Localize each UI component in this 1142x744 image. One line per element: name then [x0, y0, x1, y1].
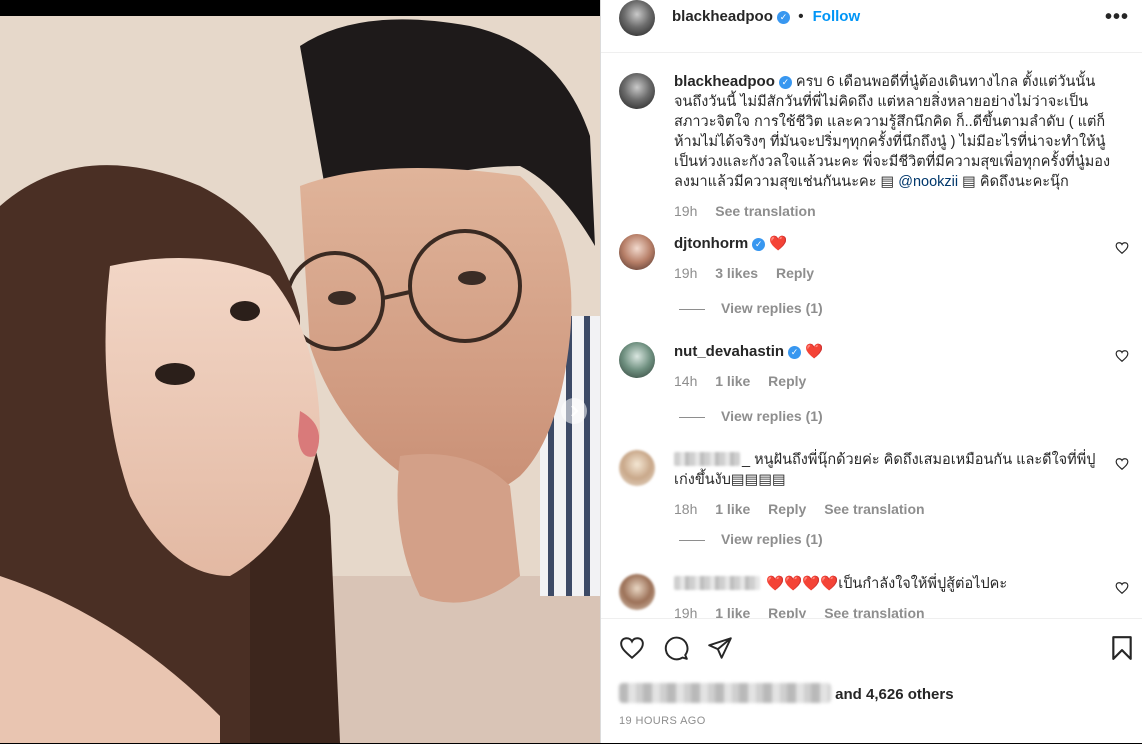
caption-emoji: ▤ — [962, 174, 976, 190]
replies-divider — [679, 539, 705, 541]
follow-button[interactable]: Follow — [813, 8, 861, 25]
comment-body: nut_devahastin ✓ ❤️ 14h 1 like Reply — [674, 342, 1114, 391]
top-bar — [0, 0, 600, 16]
commenter-avatar[interactable] — [619, 450, 655, 486]
separator-dot: • — [798, 8, 804, 25]
caption-text: ครบ 6 เดือนพอดีที่นู๋ต้องเดินทางไกล ตั้ง… — [674, 74, 1111, 190]
see-translation-link[interactable]: See translation — [824, 605, 924, 619]
view-replies-button[interactable]: View replies (1) — [679, 300, 823, 316]
heart-icon[interactable] — [1115, 349, 1129, 363]
liker-avatars — [619, 683, 831, 703]
view-replies-label: View replies (1) — [721, 531, 823, 547]
caption-mention[interactable]: @nookzii — [898, 174, 958, 190]
post-photo[interactable] — [0, 16, 600, 743]
view-replies-label: View replies (1) — [721, 300, 823, 316]
heart-icon[interactable] — [1115, 581, 1129, 595]
heart-icon[interactable] — [1115, 241, 1129, 255]
comment-meta: 14h 1 like Reply — [674, 371, 1114, 391]
comment-meta: 19h 3 likes Reply — [674, 263, 1114, 283]
commenter-username[interactable]: nut_devahastin — [674, 343, 784, 360]
reply-button[interactable]: Reply — [768, 605, 806, 619]
see-translation-link[interactable]: See translation — [824, 501, 924, 517]
comment-likes[interactable]: 1 like — [715, 501, 750, 517]
reply-button[interactable]: Reply — [768, 501, 806, 517]
view-replies-label: View replies (1) — [721, 408, 823, 424]
comment-time: 19h — [674, 265, 698, 281]
comment-time: 14h — [674, 373, 698, 389]
comment-time: 18h — [674, 501, 698, 517]
replies-divider — [679, 308, 705, 310]
commenter-avatar[interactable] — [619, 234, 655, 270]
author-line: blackheadpoo ✓ • Follow — [672, 8, 860, 25]
replies-divider — [679, 416, 705, 418]
next-photo-button[interactable] — [561, 398, 587, 424]
post-actions: and 4,626 others 19 HOURS AGO — [601, 618, 1142, 744]
see-translation-link[interactable]: See translation — [715, 203, 815, 219]
verified-icon: ✓ — [752, 238, 766, 251]
save-icon[interactable] — [1111, 635, 1133, 661]
post-header: blackheadpoo ✓ • Follow ••• — [601, 0, 1142, 36]
share-icon[interactable] — [707, 635, 733, 661]
comment-body: _ หนูฝันถึงพี่นุ๊กด้วยค่ะ คิดถึงเสมอเหมื… — [674, 450, 1114, 519]
post-side-panel: blackheadpoo ✓ • Follow ••• blackheadpoo… — [600, 0, 1142, 743]
caption-emoji: ▤ — [880, 174, 895, 190]
reply-button[interactable]: Reply — [776, 265, 814, 281]
blurred-username[interactable] — [674, 452, 740, 466]
comment-likes[interactable]: 1 like — [715, 605, 750, 619]
caption-meta: 19h See translation — [674, 201, 1114, 221]
commenter-username-suffix: _ — [742, 452, 751, 468]
commenter-avatar[interactable] — [619, 574, 655, 610]
more-options-icon[interactable]: ••• — [1105, 6, 1129, 29]
commenter-username[interactable]: djtonhorm — [674, 235, 748, 252]
comment-icon[interactable] — [663, 635, 689, 661]
heart-icon[interactable] — [618, 635, 646, 661]
comment-text: ❤️❤️❤️❤️เป็นกำลังใจให้พี่ปูสู้ต่อไปคะ — [766, 576, 1008, 592]
caption-username[interactable]: blackheadpoo — [674, 73, 775, 90]
comment-time: 19h — [674, 605, 698, 619]
verified-icon: ✓ — [777, 11, 791, 24]
likes-summary[interactable]: and 4,626 others — [619, 683, 954, 703]
author-avatar[interactable] — [619, 0, 655, 36]
instagram-post-view: blackheadpoo ✓ • Follow ••• blackheadpoo… — [0, 0, 1142, 743]
view-replies-button[interactable]: View replies (1) — [679, 531, 823, 547]
reply-button[interactable]: Reply — [768, 373, 806, 389]
chevron-right-icon — [571, 405, 579, 417]
verified-icon: ✓ — [778, 76, 792, 89]
likes-count[interactable]: and 4,626 others — [835, 686, 953, 703]
view-replies-button[interactable]: View replies (1) — [679, 408, 823, 424]
author-username[interactable]: blackheadpoo — [672, 8, 773, 25]
comment-likes[interactable]: 3 likes — [715, 265, 758, 281]
photo-illustration — [0, 16, 600, 743]
blurred-username[interactable] — [674, 576, 760, 590]
verified-icon: ✓ — [788, 346, 802, 359]
comment-body: ❤️❤️❤️❤️เป็นกำลังใจให้พี่ปูสู้ต่อไปคะ 19… — [674, 574, 1114, 619]
comment-meta: 18h 1 like Reply See translation — [674, 499, 1114, 519]
post-timestamp: 19 HOURS AGO — [619, 715, 706, 727]
comments-section[interactable]: blackheadpoo ✓ ครบ 6 เดือนพอดีที่นู๋ต้องเ… — [601, 52, 1142, 619]
comment-body: djtonhorm ✓ ❤️ 19h 3 likes Reply — [674, 234, 1114, 283]
comment-text: ❤️ — [805, 344, 824, 360]
heart-icon[interactable] — [1115, 457, 1129, 471]
caption-tail: คิดถึงนะคะนุ๊ก — [979, 174, 1069, 190]
caption-time: 19h — [674, 203, 698, 219]
commenter-avatar[interactable] — [619, 342, 655, 378]
comment-likes[interactable]: 1 like — [715, 373, 750, 389]
comment-meta: 19h 1 like Reply See translation — [674, 603, 1114, 619]
caption-avatar[interactable] — [619, 73, 655, 109]
comment-text: ❤️ — [769, 236, 788, 252]
caption-body: blackheadpoo ✓ ครบ 6 เดือนพอดีที่นู๋ต้องเ… — [674, 72, 1114, 221]
